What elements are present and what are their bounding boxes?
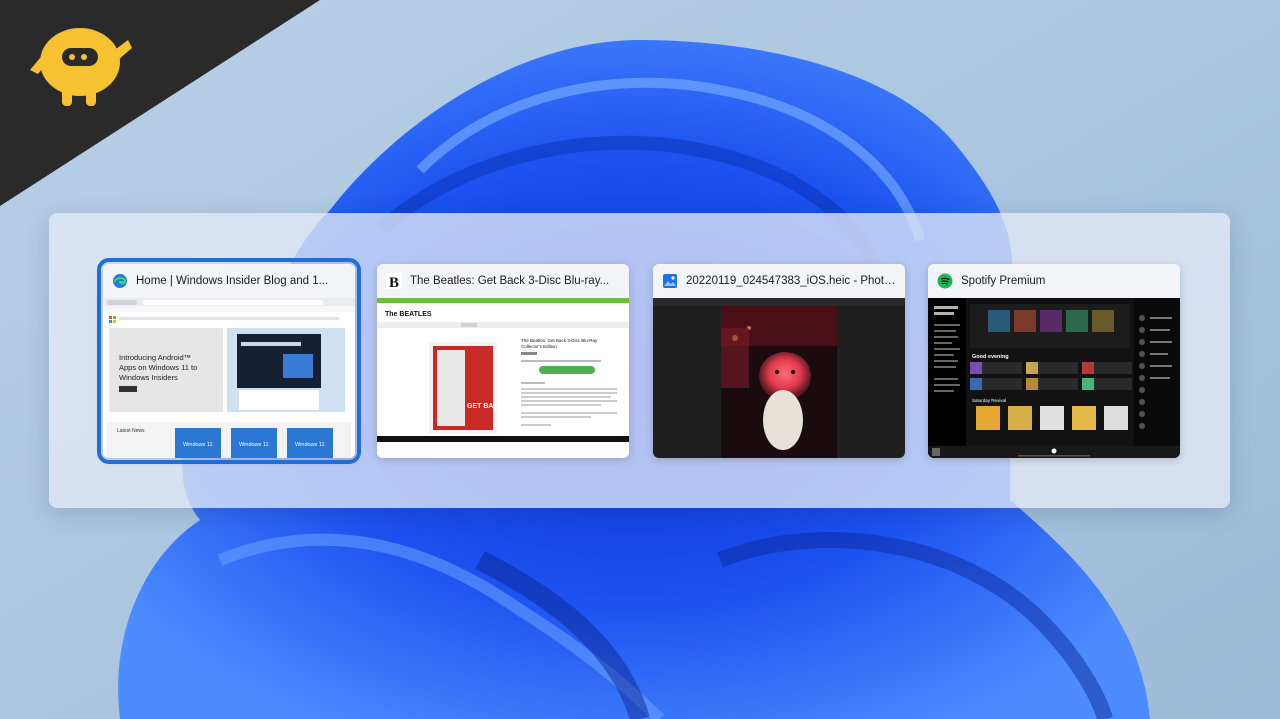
edge-icon	[113, 274, 127, 288]
window-title: The Beatles: Get Back 3-Disc Blu-ray...	[410, 275, 610, 287]
window-title: Spotify Premium	[961, 275, 1046, 287]
edge-tile-2: Windows 11	[239, 442, 269, 448]
edge-latest-news: Latest News	[117, 428, 145, 434]
spotify-section: Saturday Revival	[972, 398, 1006, 403]
beatles-b-icon: B	[386, 273, 402, 289]
site-logo	[0, 0, 320, 206]
edge-headline-line-1: Introducing Android™	[119, 353, 191, 362]
window-card-title-bar: B The Beatles: Get Back 3-Disc Blu-ray..…	[377, 264, 629, 298]
beatles-brand: The BEATLES	[385, 311, 432, 318]
photos-icon	[663, 274, 677, 288]
window-thumbnail: Good evening Saturday Revival	[928, 298, 1180, 458]
window-thumbnail: The BEATLES GET BACK The Beatles: Get Ba…	[377, 298, 629, 458]
window-title: 20220119_024547383_iOS.heic - Photos	[686, 275, 896, 287]
window-card-spotify[interactable]: Spotify Premium Good evening Saturday Re…	[928, 264, 1180, 458]
spotify-icon	[937, 273, 953, 289]
window-card-title-bar: 20220119_024547383_iOS.heic - Photos	[653, 264, 905, 298]
edge-headline-line-2: Apps on Windows 11 to	[119, 363, 197, 372]
window-card-title-bar: Spotify Premium	[928, 264, 1180, 298]
edge-tile-1: Windows 11	[183, 442, 213, 448]
window-thumbnail	[653, 298, 905, 458]
window-card-photos[interactable]: 20220119_024547383_iOS.heic - Photos	[653, 264, 905, 458]
beatles-product-title-2: Collector's Edition	[521, 344, 557, 349]
edge-headline-line-3: Windows Insiders	[119, 373, 178, 382]
window-card-beatles[interactable]: B The Beatles: Get Back 3-Disc Blu-ray..…	[377, 264, 629, 458]
window-thumbnail: Introducing Android™ Apps on Windows 11 …	[103, 298, 355, 458]
edge-tile-3: Windows 11	[295, 442, 325, 448]
beatles-cover-text: GET BACK	[467, 403, 504, 410]
spotify-greeting: Good evening	[972, 354, 1009, 360]
svg-text:B: B	[389, 275, 399, 289]
window-title: Home | Windows Insider Blog and 1...	[136, 275, 329, 287]
window-card-edge[interactable]: Home | Windows Insider Blog and 1... Int…	[97, 258, 361, 464]
window-card-title-bar: Home | Windows Insider Blog and 1...	[103, 264, 355, 298]
beatles-product-title-1: The Beatles: Get Back 3-Disc Blu-Ray	[521, 338, 598, 343]
